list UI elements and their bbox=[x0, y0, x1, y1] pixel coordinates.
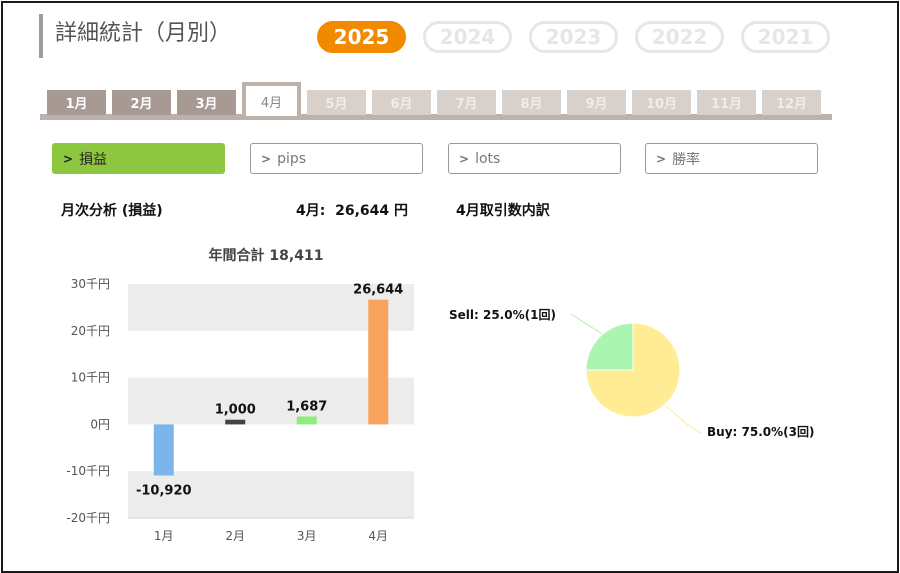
tab-month-10[interactable]: 10月 bbox=[632, 90, 691, 115]
metric-label: lots bbox=[475, 150, 501, 167]
y-tick-label: -10千円 bbox=[66, 464, 110, 478]
bar-data-label: -10,920 bbox=[136, 484, 192, 499]
tab-month-1[interactable]: 1月 bbox=[47, 90, 106, 115]
chevron-right-icon: > bbox=[261, 151, 272, 166]
tab-month-12[interactable]: 12月 bbox=[762, 90, 821, 115]
x-tick-label: 1月 bbox=[154, 529, 174, 543]
tab-month-2[interactable]: 2月 bbox=[112, 90, 171, 115]
bar-data-label: 1,000 bbox=[215, 403, 256, 418]
metric-winrate-button[interactable]: > 勝率 bbox=[645, 143, 818, 174]
trades-breakdown-label: 4月取引数内訳 bbox=[456, 203, 550, 219]
y-tick-label: 30千円 bbox=[71, 277, 110, 291]
bar-3 bbox=[296, 416, 317, 425]
month-tabs: 1月 2月 3月 4月 5月 6月 7月 8月 9月 10月 11月 12月 bbox=[40, 82, 832, 120]
metric-label: pips bbox=[277, 150, 307, 167]
bar-2 bbox=[225, 419, 246, 425]
metric-profit-button[interactable]: > 損益 bbox=[52, 143, 225, 174]
tab-month-11[interactable]: 11月 bbox=[697, 90, 756, 115]
year-2024-button[interactable]: 2024 bbox=[423, 21, 512, 53]
month-total-label: 4月: 26,644 円 bbox=[296, 203, 408, 219]
page-title: 詳細統計（月別） bbox=[39, 14, 231, 58]
y-tick-label: -20千円 bbox=[66, 511, 110, 525]
year-2021-button[interactable]: 2021 bbox=[741, 21, 830, 53]
x-tick-label: 3月 bbox=[297, 529, 317, 543]
tab-month-5[interactable]: 5月 bbox=[307, 90, 366, 115]
tab-month-9[interactable]: 9月 bbox=[567, 90, 626, 115]
tab-month-4[interactable]: 4月 bbox=[242, 82, 301, 116]
x-tick-label: 2月 bbox=[225, 529, 245, 543]
chevron-right-icon: > bbox=[656, 151, 667, 166]
bar-4 bbox=[368, 299, 389, 425]
tab-month-7[interactable]: 7月 bbox=[437, 90, 496, 115]
tab-month-6[interactable]: 6月 bbox=[372, 90, 431, 115]
pie-slice-sell bbox=[585, 322, 634, 371]
y-tick-label: 0円 bbox=[90, 417, 110, 431]
buy-data-label: Buy: 75.0%(3回) bbox=[707, 425, 814, 439]
year-2023-button[interactable]: 2023 bbox=[529, 21, 618, 53]
year-2022-button[interactable]: 2022 bbox=[635, 21, 724, 53]
metric-pips-button[interactable]: > pips bbox=[250, 143, 423, 174]
chevron-right-icon: > bbox=[459, 151, 470, 166]
chevron-right-icon: > bbox=[63, 151, 74, 166]
metric-label: 勝率 bbox=[672, 151, 701, 168]
chart-title: 年間合計 18,411 bbox=[209, 247, 324, 264]
y-tick-label: 10千円 bbox=[71, 371, 110, 385]
sell-connector bbox=[570, 313, 603, 335]
metric-label: 損益 bbox=[79, 151, 108, 168]
sell-data-label: Sell: 25.0%(1回) bbox=[449, 308, 556, 322]
metric-lots-button[interactable]: > lots bbox=[448, 143, 621, 174]
tab-month-3[interactable]: 3月 bbox=[177, 90, 236, 115]
bar-data-label: 26,644 bbox=[353, 283, 403, 298]
year-2025-button[interactable]: 2025 bbox=[317, 21, 406, 53]
monthly-profit-bar-chart: 30千円 20千円 10千円 0円 -10千円 -20千円 年間合計 18,411 -10,9… bbox=[66, 247, 414, 543]
bar-data-label: 1,687 bbox=[286, 400, 327, 415]
analysis-label: 月次分析 (損益) bbox=[61, 203, 163, 219]
bar-1 bbox=[153, 424, 174, 476]
trade-breakdown-pie-chart: Sell: 25.0%(1回) Buy: 75.0%(3回) bbox=[449, 308, 814, 439]
y-tick-label: 20千円 bbox=[71, 324, 110, 338]
tab-month-8[interactable]: 8月 bbox=[502, 90, 561, 115]
buy-connector bbox=[665, 405, 703, 434]
x-tick-label: 4月 bbox=[368, 529, 388, 543]
